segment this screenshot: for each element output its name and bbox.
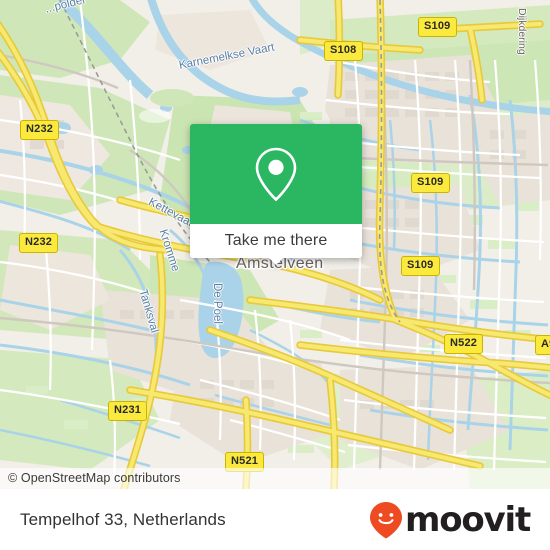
take-me-there-button[interactable]: Take me there — [190, 224, 362, 265]
callout-pointer-tail — [268, 257, 284, 265]
road-shield: N232 — [19, 233, 59, 253]
footer-content: Tempelhof 33, Netherlands moovit — [0, 489, 550, 550]
moovit-smiley-pin-icon — [369, 501, 402, 538]
road-shield: N232 — [20, 120, 60, 140]
road-shield: A9 — [535, 335, 550, 355]
moovit-wordmark: moovit — [404, 499, 531, 540]
road-label: Dijkdering — [516, 8, 528, 55]
water-label: De Poel — [211, 283, 223, 324]
destination-callout[interactable]: Take me there — [190, 124, 362, 265]
screenshot-root: N232N232S108S109S109S109N522A9N231N521 A… — [0, 0, 550, 550]
map-pin-icon — [255, 147, 297, 202]
road-shield: S109 — [411, 173, 450, 193]
callout-icon-panel — [190, 124, 362, 224]
map-canvas[interactable]: N232N232S108S109S109S109N522A9N231N521 A… — [0, 0, 550, 489]
road-shield: S108 — [324, 41, 363, 61]
take-me-there-label: Take me there — [224, 232, 328, 249]
moovit-logo[interactable]: moovit — [369, 499, 531, 540]
road-shield: S109 — [418, 17, 457, 37]
road-shield: N522 — [444, 334, 484, 354]
road-shield: S109 — [401, 256, 440, 276]
footer-bar: Tempelhof 33, Netherlands moovit — [0, 489, 550, 550]
address-label: Tempelhof 33, Netherlands — [20, 509, 226, 529]
road-shield: N231 — [108, 401, 148, 421]
osm-attribution[interactable]: © OpenStreetMap contributors — [0, 468, 550, 489]
